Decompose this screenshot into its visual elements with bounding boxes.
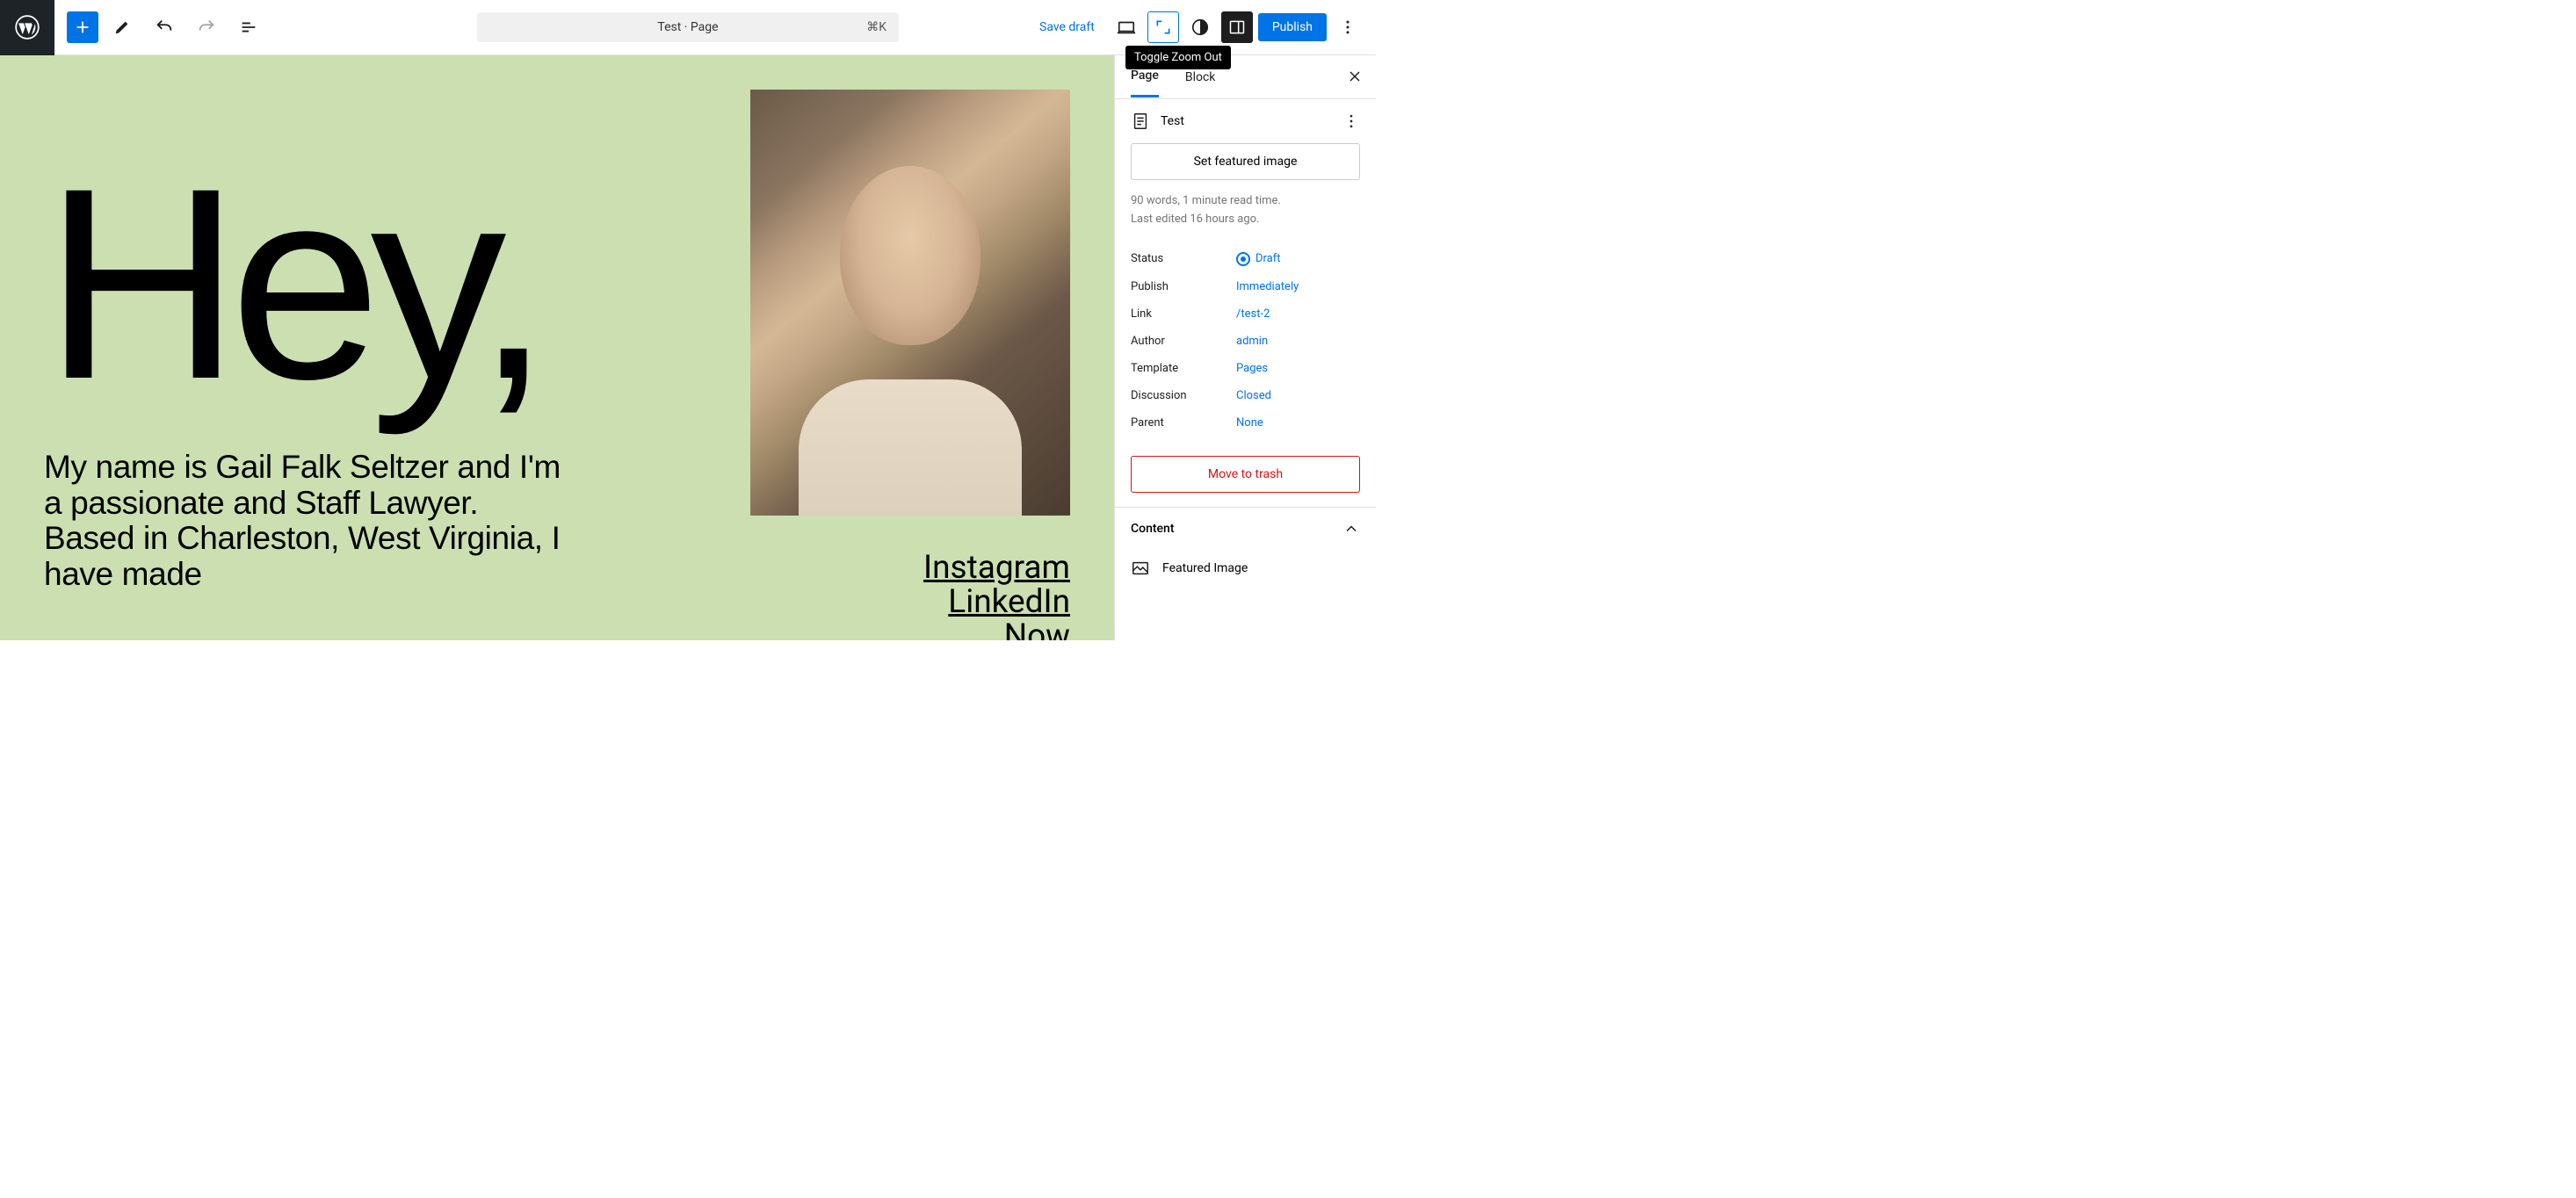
chevron-up-icon xyxy=(1342,520,1360,538)
view-desktop-icon[interactable] xyxy=(1111,11,1142,43)
prop-publish[interactable]: Publish Immediately xyxy=(1131,273,1360,300)
set-featured-image-button[interactable]: Set featured image xyxy=(1131,143,1360,180)
settings-sidebar-toggle[interactable] xyxy=(1221,11,1253,43)
save-draft-button[interactable]: Save draft xyxy=(1029,13,1105,41)
tab-block[interactable]: Block xyxy=(1185,70,1216,97)
link-instagram[interactable]: Instagram xyxy=(923,552,1070,586)
edit-tool-icon[interactable] xyxy=(104,9,141,46)
word-count-text: 90 words, 1 minute read time. xyxy=(1131,192,1360,211)
portrait-image[interactable] xyxy=(750,90,1070,516)
last-edited-text: Last edited 16 hours ago. xyxy=(1131,211,1360,229)
command-k-shortcut: ⌘K xyxy=(866,20,886,34)
link-now[interactable]: Now xyxy=(923,620,1070,640)
status-indicator-icon xyxy=(1236,252,1250,266)
toolbar-left xyxy=(54,9,267,46)
editor-canvas[interactable]: Hey, My name is Gail Falk Seltzer and I'… xyxy=(0,55,1114,640)
prop-status[interactable]: Status Draft xyxy=(1131,245,1360,273)
prop-author[interactable]: Author admin xyxy=(1131,328,1360,355)
intro-paragraph[interactable]: My name is Gail Falk Seltzer and I'm a p… xyxy=(44,450,571,593)
document-title: Test · Page xyxy=(657,20,718,34)
redo-icon[interactable] xyxy=(188,9,225,46)
main-area: Hey, My name is Gail Falk Seltzer and I'… xyxy=(0,55,1376,640)
page-type-icon xyxy=(1131,112,1150,131)
close-sidebar-icon[interactable] xyxy=(1346,68,1364,85)
featured-image-icon xyxy=(1131,559,1150,578)
page-actions-menu-icon[interactable] xyxy=(1342,112,1360,130)
tab-page[interactable]: Page xyxy=(1131,69,1159,97)
page-meta-text: 90 words, 1 minute read time. Last edite… xyxy=(1115,192,1376,242)
move-to-trash-button[interactable]: Move to trash xyxy=(1131,456,1360,493)
add-block-button[interactable] xyxy=(67,11,98,43)
document-title-bar[interactable]: Test · Page ⌘K xyxy=(477,12,899,42)
link-linkedin[interactable]: LinkedIn xyxy=(923,586,1070,620)
zoom-out-toggle[interactable] xyxy=(1147,11,1179,43)
prop-link[interactable]: Link /test-2 xyxy=(1131,300,1360,328)
options-menu-icon[interactable] xyxy=(1332,11,1364,43)
styles-icon[interactable] xyxy=(1184,11,1216,43)
prop-template[interactable]: Template Pages xyxy=(1131,355,1360,382)
content-panel-header[interactable]: Content xyxy=(1115,507,1376,550)
sidebar-page-title: Test xyxy=(1161,114,1332,128)
undo-icon[interactable] xyxy=(146,9,183,46)
sidebar-page-header: Test xyxy=(1115,99,1376,143)
wordpress-logo[interactable] xyxy=(0,0,54,55)
content-featured-image-item[interactable]: Featured Image xyxy=(1115,550,1376,587)
social-links: Instagram LinkedIn Now xyxy=(923,552,1070,640)
settings-sidebar: Page Block Test Set featured image 90 wo… xyxy=(1114,55,1376,640)
prop-discussion[interactable]: Discussion Closed xyxy=(1131,382,1360,409)
toolbar-right: Save draft Publish xyxy=(1029,11,1376,43)
zoom-out-tooltip: Toggle Zoom Out xyxy=(1125,46,1231,69)
document-overview-icon[interactable] xyxy=(230,9,267,46)
publish-button[interactable]: Publish xyxy=(1258,13,1327,41)
page-properties: Status Draft Publish Immediately Link /t… xyxy=(1115,242,1376,451)
prop-parent[interactable]: Parent None xyxy=(1131,409,1360,437)
